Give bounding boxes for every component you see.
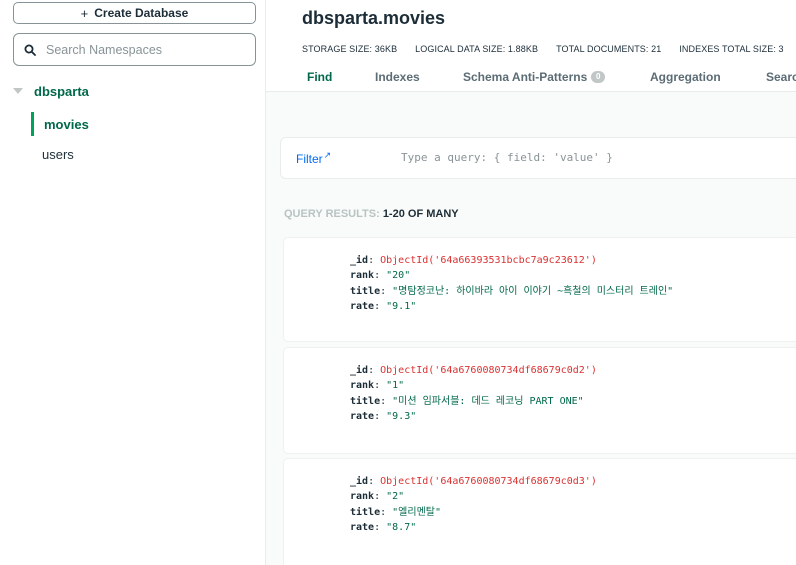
field-value: "9.1" [386, 301, 417, 313]
sidebar-item-movies[interactable]: movies [31, 112, 89, 136]
tab-label: Aggregation [650, 70, 721, 84]
document-body: _id: ObjectId('64a6760080734df68679c0d3'… [350, 474, 597, 536]
collection-tabs: Find Indexes Schema Anti-Patterns 0 Aggr… [307, 70, 796, 84]
field-value: "1" [386, 380, 405, 392]
field-key: rank [350, 380, 375, 392]
field-key: rate [350, 301, 375, 313]
field-key: rank [350, 491, 375, 503]
field-value: "20" [386, 270, 411, 282]
query-results-prefix: QUERY RESULTS: [284, 208, 383, 220]
caret-down-icon[interactable] [13, 88, 23, 94]
external-link-icon: ↗ [323, 150, 332, 160]
field-value: "미션 임파서블: 데드 레코닝 PART ONE" [392, 395, 584, 407]
logical-data-size-stat: LOGICAL DATA SIZE: 1.88KB [415, 44, 539, 54]
document-field-title: title: "엘리멘탈" [350, 506, 441, 518]
main-panel: dbsparta.movies STORAGE SIZE: 36KB LOGIC… [266, 0, 796, 565]
plus-icon: + [80, 5, 89, 21]
document-card[interactable]: _id: ObjectId('64a6760080734df68679c0d2'… [284, 348, 796, 453]
document-field-rank: rank: "20" [350, 270, 411, 282]
filter-link[interactable]: Filter↗ [296, 150, 331, 166]
document-field-rate: rate: "9.3" [350, 411, 417, 423]
document-body: _id: ObjectId('64a66393531bcbc7a9c23612'… [350, 253, 673, 315]
search-namespaces-input[interactable] [46, 42, 246, 57]
query-results-label: QUERY RESULTS: 1-20 OF MANY [284, 208, 459, 220]
tab-search[interactable]: Searc [766, 70, 796, 84]
document-field-rank: rank: "1" [350, 380, 405, 392]
filter-bar: Filter↗ [280, 137, 796, 179]
sidebar: + Create Database dbsparta movies users [0, 0, 266, 565]
document-field-rank: rank: "2" [350, 491, 405, 503]
collection-header: dbsparta.movies STORAGE SIZE: 36KB LOGIC… [266, 0, 796, 92]
sidebar-database-dbsparta[interactable]: dbsparta [0, 82, 266, 100]
field-value: "명탐정코난: 하이바라 아이 이야기 ~흑철의 미스터리 트레인" [392, 285, 674, 297]
page-title: dbsparta.movies [302, 8, 446, 28]
field-key: _id [350, 365, 369, 376]
indexes-total-size-stat: INDEXES TOTAL SIZE: 3 [679, 44, 784, 54]
document-card[interactable]: _id: ObjectId('64a6760080734df68679c0d3'… [284, 459, 796, 565]
create-database-button[interactable]: + Create Database [13, 2, 256, 24]
document-field-title: title: "명탐정코난: 하이바라 아이 이야기 ~흑철의 미스터리 트레인… [350, 285, 674, 297]
tab-aggregation[interactable]: Aggregation [650, 70, 766, 84]
field-key: rate [350, 522, 375, 534]
collection-label: users [42, 146, 74, 162]
document-field-rate: rate: "9.1" [350, 301, 417, 313]
field-key: _id [350, 476, 369, 487]
document-body: _id: ObjectId('64a6760080734df68679c0d2'… [350, 363, 597, 425]
collection-stats: STORAGE SIZE: 36KB LOGICAL DATA SIZE: 1.… [302, 44, 796, 54]
document-field-id: _id: ObjectId('64a66393531bcbc7a9c23612'… [350, 255, 597, 266]
query-filter-input[interactable] [401, 151, 796, 164]
field-key: _id [350, 255, 369, 266]
document-field-id: _id: ObjectId('64a6760080734df68679c0d2'… [350, 365, 597, 376]
total-documents-stat: TOTAL DOCUMENTS: 21 [556, 44, 662, 54]
query-results-range: 1-20 OF MANY [382, 208, 459, 220]
field-value: "엘리멘탈" [392, 506, 441, 518]
field-value: "2" [386, 491, 405, 503]
field-value: ObjectId('64a6760080734df68679c0d2') [380, 365, 597, 376]
tab-find[interactable]: Find [307, 70, 375, 84]
document-field-rate: rate: "8.7" [350, 522, 417, 534]
filter-label: Filter [296, 152, 323, 166]
sidebar-item-users[interactable]: users [31, 142, 74, 166]
storage-size-stat: STORAGE SIZE: 36KB [302, 44, 398, 54]
tab-indexes[interactable]: Indexes [375, 70, 463, 84]
tab-label: Searc [766, 70, 796, 84]
field-key: title [350, 506, 381, 518]
count-badge: 0 [591, 71, 606, 83]
field-key: title [350, 395, 381, 407]
field-key: rate [350, 411, 375, 423]
field-value: ObjectId('64a66393531bcbc7a9c23612') [380, 255, 597, 266]
field-value: "8.7" [386, 522, 417, 534]
namespace-search-field[interactable] [13, 33, 256, 66]
field-key: rank [350, 270, 375, 282]
document-field-title: title: "미션 임파서블: 데드 레코닝 PART ONE" [350, 395, 584, 407]
field-key: title [350, 285, 381, 297]
field-value: "9.3" [386, 411, 417, 423]
create-database-label: Create Database [94, 6, 189, 20]
tab-label: Find [307, 70, 333, 84]
document-field-id: _id: ObjectId('64a6760080734df68679c0d3'… [350, 476, 597, 487]
search-icon [24, 44, 36, 56]
field-value: ObjectId('64a6760080734df68679c0d3') [380, 476, 597, 487]
collection-label: movies [44, 116, 89, 132]
tab-label: Indexes [375, 70, 420, 84]
document-card[interactable]: _id: ObjectId('64a66393531bcbc7a9c23612'… [284, 238, 796, 341]
tab-label: Schema Anti-Patterns [463, 70, 588, 84]
tab-schema-anti-patterns[interactable]: Schema Anti-Patterns 0 [463, 70, 650, 84]
database-label: dbsparta [34, 83, 89, 99]
